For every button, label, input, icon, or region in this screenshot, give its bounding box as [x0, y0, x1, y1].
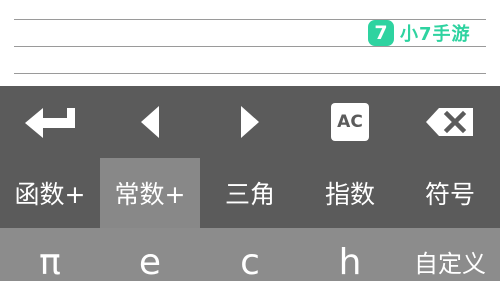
tab-functions[interactable]: 函数+ [0, 158, 100, 228]
c-key[interactable]: c [200, 228, 300, 281]
control-row: AC [0, 86, 500, 158]
backspace-icon [426, 108, 473, 136]
display-line-2 [14, 46, 486, 47]
e-key[interactable]: e [100, 228, 200, 281]
backspace-button[interactable] [400, 86, 500, 158]
cursor-right-button[interactable] [200, 86, 300, 158]
enter-icon [25, 108, 75, 138]
enter-button[interactable] [0, 86, 100, 158]
category-tabs: 函数+ 常数+ 三角 指数 符号 [0, 158, 500, 228]
brand-watermark: 7 小7手游 [368, 20, 471, 46]
arrow-left-icon [141, 106, 159, 138]
display-area: 7 小7手游 [0, 0, 500, 86]
tab-exponent[interactable]: 指数 [300, 158, 400, 228]
clear-label: AC [331, 103, 369, 141]
clear-button[interactable]: AC [300, 86, 400, 158]
h-key[interactable]: h [300, 228, 400, 281]
tab-symbols[interactable]: 符号 [400, 158, 500, 228]
custom-key[interactable]: 自定义 [400, 228, 500, 281]
tab-constants[interactable]: 常数+ [100, 158, 200, 228]
arrow-right-icon [241, 106, 259, 138]
display-line-3 [14, 73, 486, 74]
constants-row: π e c h 自定义 [0, 228, 500, 281]
brand-name: 小7手游 [400, 24, 471, 45]
tab-trigonometry[interactable]: 三角 [200, 158, 300, 228]
brand-logo-icon: 7 [368, 20, 394, 46]
pi-key[interactable]: π [0, 228, 100, 281]
cursor-left-button[interactable] [100, 86, 200, 158]
